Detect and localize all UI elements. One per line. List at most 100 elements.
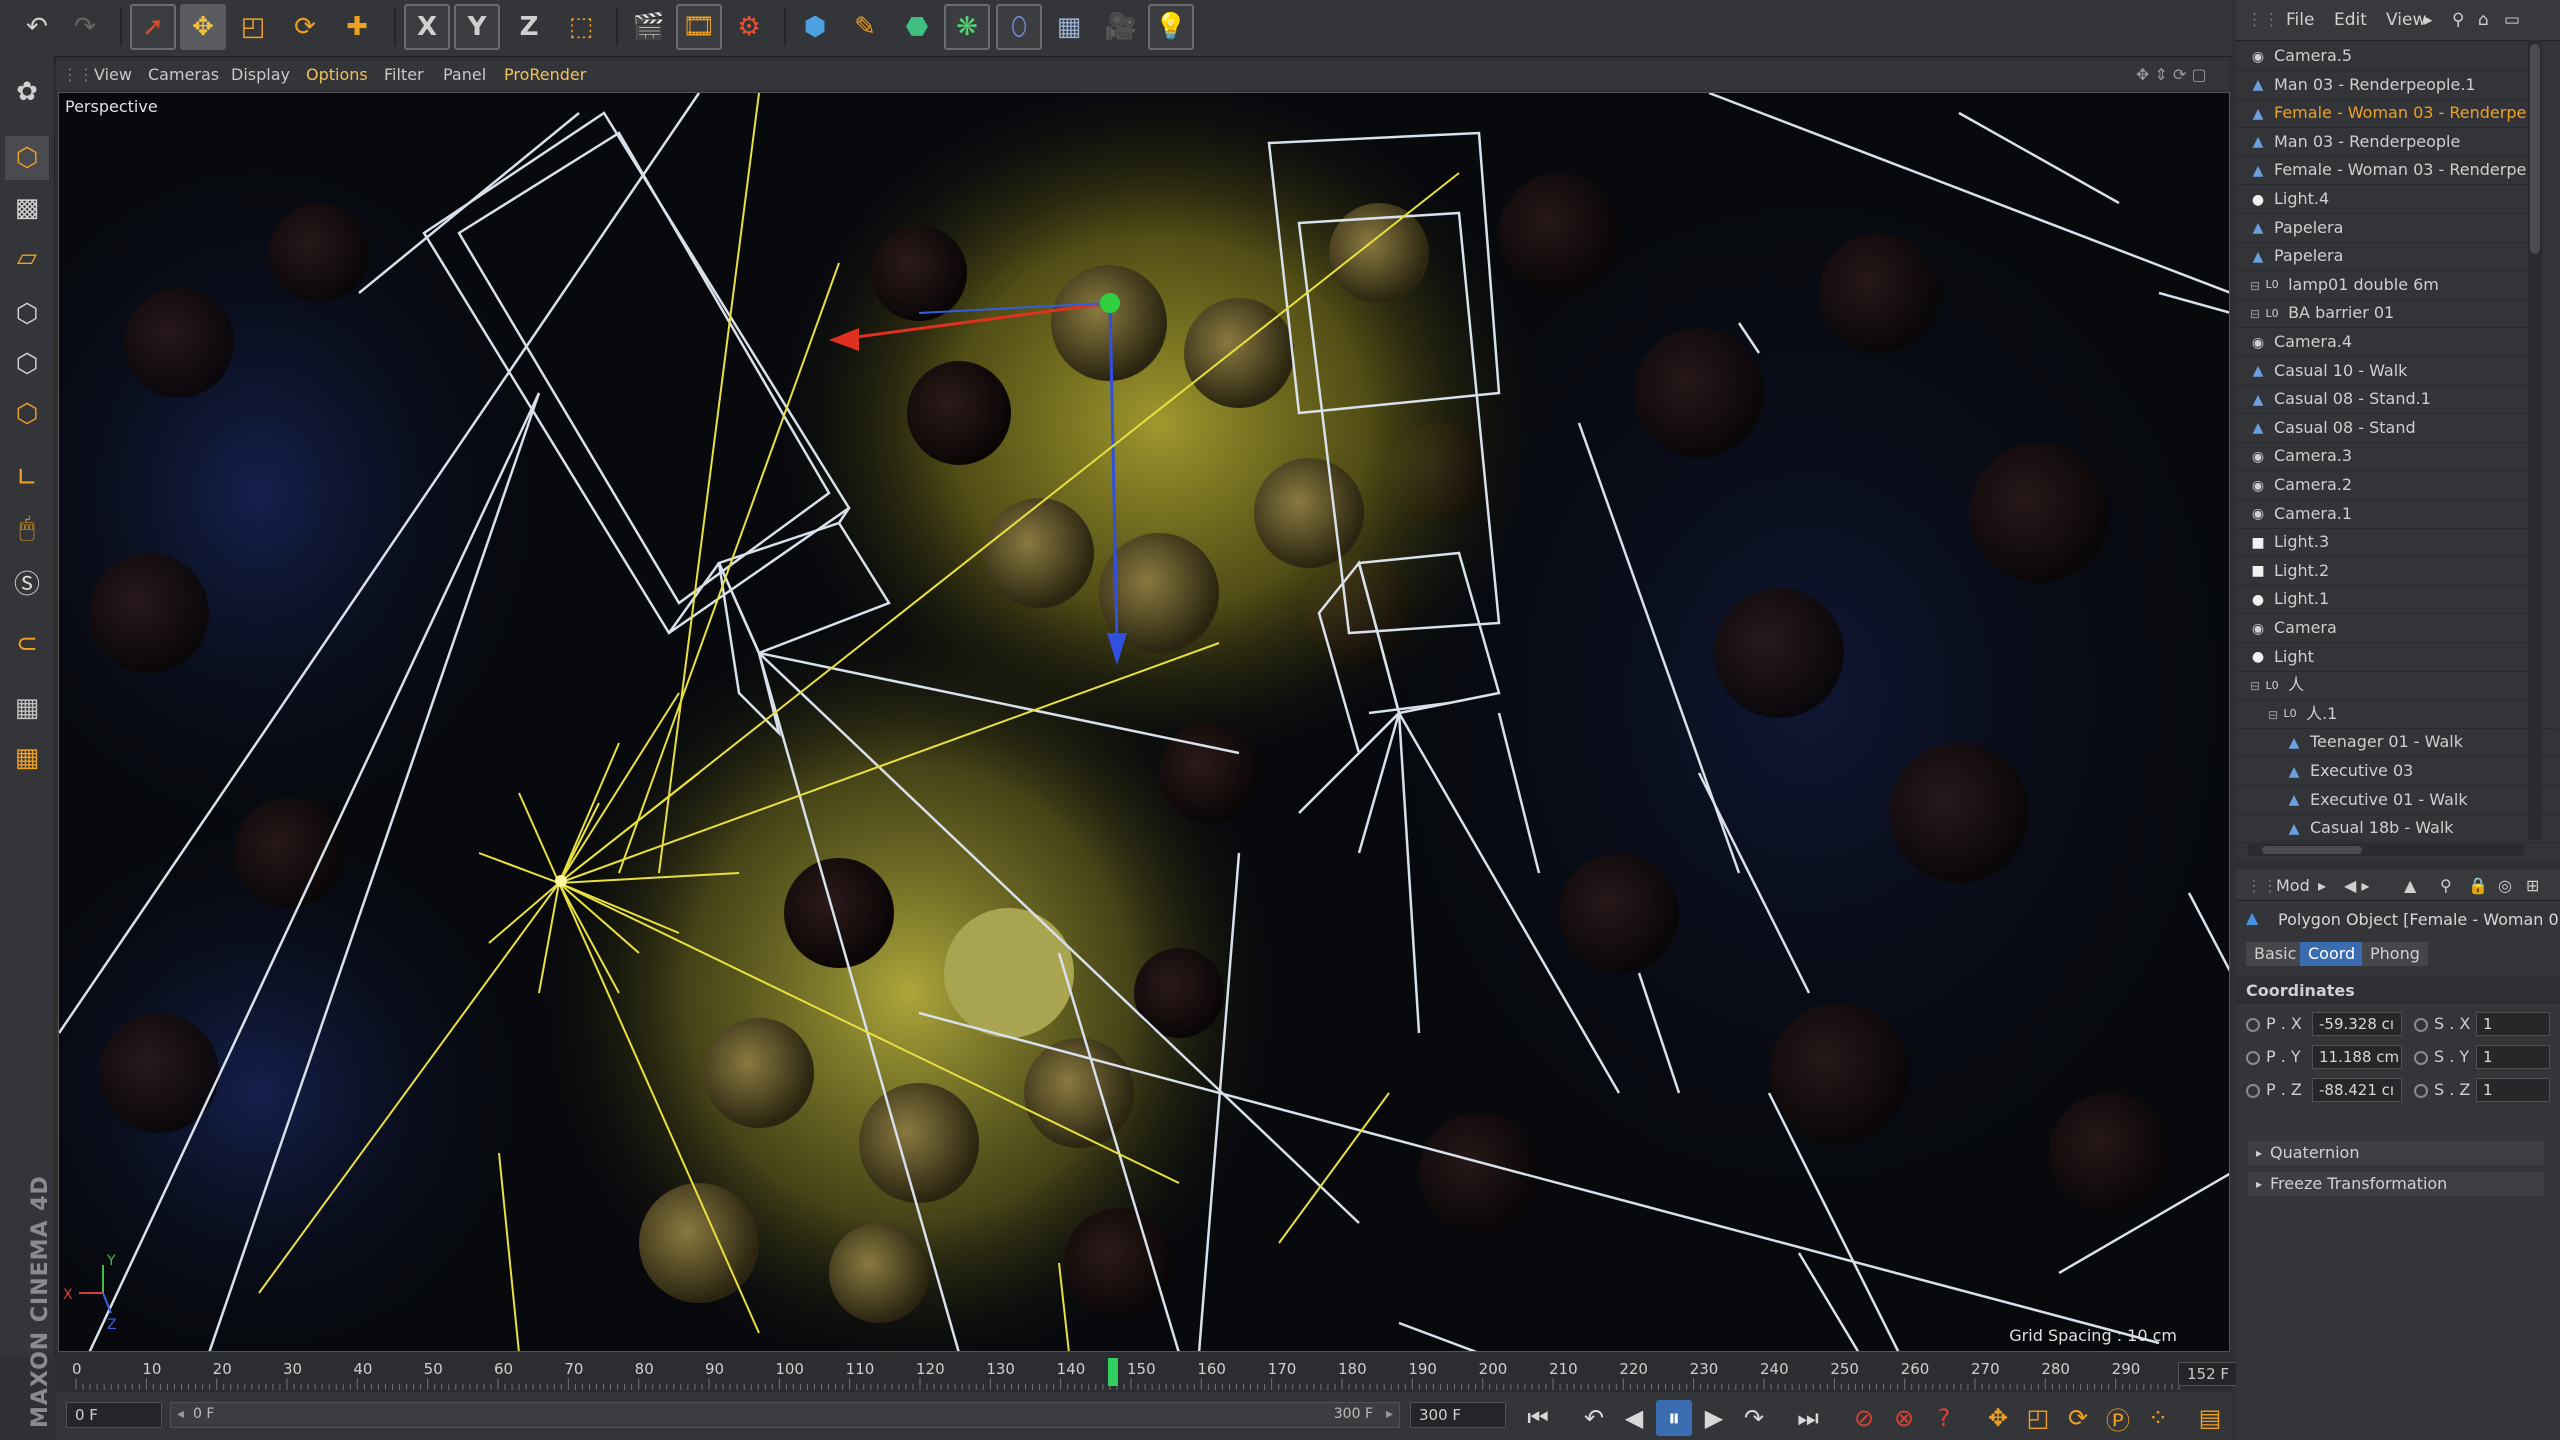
model-mode-icon[interactable]: ⬡ — [5, 136, 49, 180]
undo-icon[interactable]: ↶ — [14, 4, 60, 50]
object-row[interactable]: ⊟ L0 人.1 — [2236, 700, 2558, 729]
render-view-icon[interactable]: 🎬 — [626, 4, 672, 50]
scale-tool-icon[interactable]: ◰ — [230, 4, 276, 50]
axis-x-lock-button[interactable]: X — [404, 4, 450, 50]
rotate-tool-icon[interactable]: ⟳ — [282, 4, 328, 50]
cloner-icon[interactable]: ❋ — [944, 4, 990, 50]
object-row[interactable]: ■ Light.2 — [2236, 557, 2540, 586]
range-left-arrow[interactable]: ◂ — [177, 1406, 184, 1422]
sy-field[interactable]: 1 — [2476, 1045, 2550, 1069]
sy-keyframe-radio[interactable] — [2414, 1051, 2428, 1065]
timeline-playhead[interactable] — [1108, 1358, 1118, 1386]
viewport-menu-prorender[interactable]: ProRender — [504, 65, 586, 84]
object-row[interactable]: ▲ Executive 01 - Walk — [2236, 786, 2560, 815]
start-frame-field[interactable]: 0 F — [66, 1402, 162, 1428]
py-field[interactable]: 11.188 cm — [2312, 1045, 2402, 1069]
render-picture-viewer-icon[interactable]: 🎞 — [676, 4, 722, 50]
sz-keyframe-radio[interactable] — [2414, 1084, 2428, 1098]
pause-icon[interactable]: ⏸ — [1656, 1400, 1692, 1436]
object-row[interactable]: ● Light.4 — [2236, 185, 2540, 214]
object-row[interactable]: ▲ Casual 08 - Stand — [2236, 414, 2540, 443]
object-row[interactable]: ● Light.1 — [2236, 585, 2540, 615]
object-row[interactable]: ● Light — [2236, 643, 2540, 672]
end-frame-field[interactable]: 300 F — [1410, 1402, 1506, 1428]
object-row[interactable]: ▲ Casual 10 - Walk — [2236, 357, 2540, 386]
tweak-mode-icon[interactable]: 🖱 — [5, 506, 49, 550]
object-row[interactable]: ▲ Papelera — [2236, 214, 2540, 243]
am-search-icon[interactable]: ⚲ — [2440, 876, 2452, 895]
am-lock-icon[interactable]: 🔒 — [2468, 876, 2488, 895]
viewport-menu-view[interactable]: View — [94, 65, 132, 84]
make-editable-icon[interactable]: ✿ — [5, 70, 49, 114]
redo-icon[interactable]: ↷ — [62, 4, 108, 50]
expand-toggle-icon[interactable]: ⊟ — [2250, 307, 2260, 321]
expand-toggle-icon[interactable]: ⊟ — [2268, 708, 2278, 722]
object-row[interactable]: ◉ Camera.5 — [2236, 42, 2540, 71]
object-row[interactable]: ▲ Female - Woman 03 - Renderpe — [2236, 156, 2540, 186]
polygons-mode-icon[interactable]: ⬡ — [5, 392, 49, 436]
object-row[interactable]: ▲ Man 03 - Renderpeople.1 — [2236, 71, 2540, 100]
am-back-icon[interactable]: ◀ ▸ — [2344, 876, 2369, 895]
move-tool-icon[interactable]: ✥ — [180, 4, 226, 50]
object-row[interactable]: ⊟ L0 BA barrier 01 — [2236, 299, 2540, 329]
go-to-start-icon[interactable]: ⏮ — [1520, 1400, 1556, 1436]
expand-toggle-icon[interactable]: ⊟ — [2250, 279, 2260, 293]
go-to-end-icon[interactable]: ⏭ — [1790, 1400, 1826, 1436]
key-position-icon[interactable]: ✥ — [1980, 1400, 2016, 1436]
object-row[interactable]: ⊟ L0 人 — [2236, 671, 2540, 701]
perspective-viewport[interactable]: X Y Z Perspective Grid Spacing : 10 cm — [58, 92, 2230, 1352]
am-up-icon[interactable]: ▲ — [2404, 876, 2416, 895]
cube-primitive-icon[interactable]: ⬢ — [792, 4, 838, 50]
quaternion-fold[interactable]: ▸ Quaternion — [2248, 1141, 2544, 1165]
viewport-menu-display[interactable]: Display — [231, 65, 290, 84]
py-keyframe-radio[interactable] — [2246, 1051, 2260, 1065]
om-menu-file[interactable]: File — [2286, 10, 2314, 30]
texture-mode-icon[interactable]: ▩ — [5, 186, 49, 230]
axis-y-lock-button[interactable]: Y — [454, 4, 500, 50]
planar-workplane-icon[interactable]: ▦ — [5, 736, 49, 780]
viewport-menu-filter[interactable]: Filter — [384, 65, 424, 84]
edges-mode-icon[interactable]: ⬡ — [5, 342, 49, 386]
expand-toggle-icon[interactable]: ⊟ — [2250, 679, 2260, 693]
subdivision-icon[interactable]: ⬣ — [894, 4, 940, 50]
previous-key-icon[interactable]: ↶ — [1576, 1400, 1612, 1436]
object-row[interactable]: ◉ Camera.4 — [2236, 328, 2540, 357]
record-active-icon[interactable]: ⊘ — [1846, 1400, 1882, 1436]
viewport-menu-options[interactable]: Options — [306, 65, 368, 84]
coordinate-system-icon[interactable]: ⬚ — [558, 4, 604, 50]
pen-spline-icon[interactable]: ✎ — [842, 4, 888, 50]
tab-basic[interactable]: Basic — [2246, 942, 2305, 966]
am-new-icon[interactable]: ⊞ — [2526, 876, 2539, 895]
pz-keyframe-radio[interactable] — [2246, 1084, 2260, 1098]
magnet-icon[interactable]: ⊂ — [5, 622, 49, 666]
object-list-hscrollbar[interactable] — [2248, 844, 2524, 856]
hscroll-thumb[interactable] — [2262, 846, 2362, 854]
key-pla-icon[interactable]: ⁘ — [2140, 1400, 2176, 1436]
axis-mode-icon[interactable]: ∟ — [5, 456, 49, 500]
viewport-menu-cameras[interactable]: Cameras — [148, 65, 219, 84]
viewport-nav-icons[interactable]: ✥ ⇕ ⟳ ▢ — [2136, 65, 2207, 84]
workplane-icon[interactable]: ▱ — [5, 236, 49, 280]
timeline-window-icon[interactable]: ▤ — [2192, 1400, 2228, 1436]
camera-create-icon[interactable]: 🎥 — [1098, 4, 1144, 50]
am-menu-more-icon[interactable]: ▸ — [2318, 876, 2326, 895]
object-row[interactable]: ▲ Executive 03 — [2236, 757, 2560, 786]
create-tool-icon[interactable]: ✚ — [334, 4, 380, 50]
object-row[interactable]: ▲ Casual 08 - Stand.1 — [2236, 385, 2540, 415]
sz-field[interactable]: 1 — [2476, 1078, 2550, 1102]
object-row[interactable]: ■ Light.3 — [2236, 528, 2540, 558]
autokey-icon[interactable]: ⊗ — [1886, 1400, 1922, 1436]
am-target-icon[interactable]: ◎ — [2498, 876, 2512, 895]
object-row[interactable]: ▲ Papelera — [2236, 242, 2540, 272]
object-row[interactable]: ▲ Man 03 - Renderpeople — [2236, 128, 2540, 157]
om-search-icon[interactable]: ⚲ — [2452, 10, 2464, 30]
om-menu-view[interactable]: View — [2386, 10, 2426, 30]
key-scale-icon[interactable]: ◰ — [2020, 1400, 2056, 1436]
axis-z-lock-button[interactable]: Z — [506, 4, 552, 50]
floor-icon[interactable]: ▦ — [1046, 4, 1092, 50]
viewport-camera-label[interactable]: Perspective — [65, 97, 158, 116]
snap-icon[interactable]: Ⓢ — [5, 560, 49, 604]
range-right-arrow[interactable]: ▸ — [1386, 1406, 1393, 1422]
object-list-scroll-thumb[interactable] — [2530, 44, 2540, 254]
px-keyframe-radio[interactable] — [2246, 1018, 2260, 1032]
